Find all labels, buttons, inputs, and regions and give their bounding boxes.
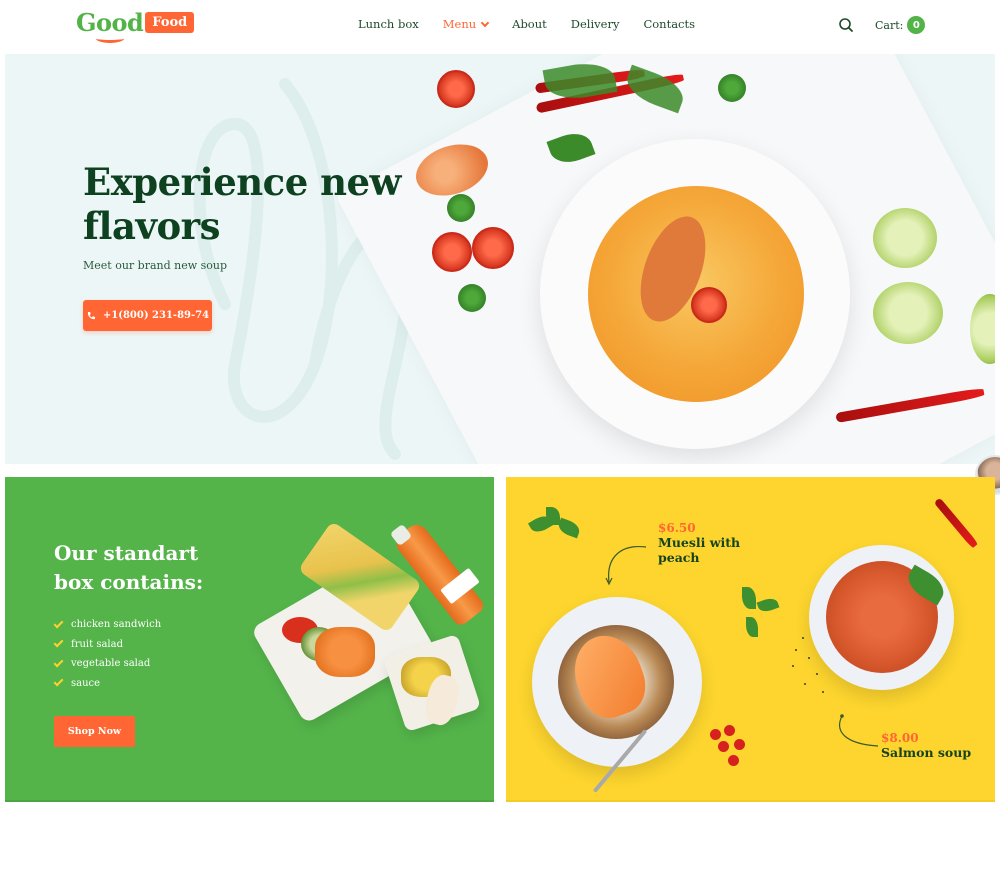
list-item-label: fruit salad	[71, 638, 123, 650]
cherry-tomato-image	[728, 755, 739, 766]
pepper-dot	[792, 665, 794, 667]
phone-call-button[interactable]: +1(800) 231-89-74	[83, 300, 212, 331]
lunch-box-title: Our standart box contains:	[54, 541, 204, 594]
dish-label-muesli[interactable]: $6.50 Muesli with peach	[658, 521, 748, 565]
basil-leaf-image	[742, 587, 756, 609]
lunch-box-promo-card: Our standart box contains: chicken sandw…	[5, 477, 494, 802]
list-item: sauce	[53, 674, 161, 694]
phone-icon	[87, 311, 95, 319]
pepper-dot	[802, 637, 804, 639]
tomato-in-soup-image	[691, 287, 727, 323]
parsley-image	[447, 194, 475, 222]
cherry-tomato-image	[724, 725, 735, 736]
nav-item-contacts[interactable]: Contacts	[643, 17, 695, 31]
cart-label: Cart:	[875, 18, 904, 32]
check-icon	[53, 637, 64, 648]
pepper-dot	[822, 691, 824, 693]
list-item: vegetable salad	[53, 654, 161, 674]
nav-item-menu[interactable]: Menu	[442, 17, 490, 31]
parsley-image	[458, 284, 486, 312]
lime-image	[873, 208, 937, 268]
list-item: chicken sandwich	[53, 615, 162, 635]
basil-leaf-image	[556, 517, 582, 539]
dish-label-salmon-soup[interactable]: $8.00 Salmon soup	[881, 731, 991, 760]
nav-label: Contacts	[643, 17, 696, 31]
basil-leaf-image	[756, 595, 780, 615]
list-item-label: vegetable salad	[71, 658, 151, 670]
nav-label: Menu	[442, 17, 477, 31]
shop-now-button[interactable]: Shop Now	[54, 716, 135, 747]
list-item-label: chicken sandwich	[71, 619, 162, 631]
logo-smile-icon	[96, 34, 124, 43]
tomato-slice-image	[432, 232, 472, 272]
logo-word-food: Food	[145, 12, 195, 33]
dish-name: Salmon soup	[881, 745, 972, 760]
check-icon	[53, 657, 64, 668]
nav-item-delivery[interactable]: Delivery	[571, 17, 620, 31]
pepper-dot	[816, 673, 818, 675]
curved-arrow-icon	[839, 714, 879, 747]
tomato-slice-image	[437, 70, 475, 108]
featured-dishes-card: $6.50 Muesli with peach $8.00 Salmon sou…	[506, 477, 995, 802]
cart-count-badge: 0	[907, 16, 926, 34]
dish-price: $6.50	[658, 521, 696, 535]
nav-item-about[interactable]: About	[512, 17, 547, 31]
chili-pepper-image	[933, 497, 979, 549]
pepper-dot	[795, 649, 797, 651]
lime-image	[873, 282, 943, 344]
nav-item-lunch-box[interactable]: Lunch box	[358, 17, 419, 31]
search-button[interactable]	[838, 17, 854, 33]
basil-leaf-image	[546, 507, 560, 525]
list-item: fruit salad	[53, 635, 161, 655]
main-nav: Lunch box Menu About Delivery Contacts	[358, 17, 719, 31]
cart-button[interactable]: Cart: 0	[875, 16, 926, 34]
hero-subtitle: Meet our brand new soup	[83, 259, 228, 272]
curved-arrow-icon	[605, 545, 647, 586]
cilantro-image	[718, 74, 746, 102]
phone-button-label: +1(800) 231-89-74	[102, 310, 210, 321]
pepper-dot	[804, 683, 806, 685]
pepper-dot	[808, 657, 810, 659]
lunch-box-contents-list: chicken sandwich fruit salad vegetable s…	[53, 615, 162, 694]
basil-leaf-image	[746, 617, 758, 637]
hero-banner: Experience new flavors Meet our brand ne…	[5, 54, 995, 464]
hero-title: Experience new flavors	[83, 160, 401, 248]
carrots-image	[315, 627, 375, 677]
nav-label: Delivery	[570, 17, 620, 31]
dish-name: Muesli with peach	[658, 535, 741, 565]
cherry-tomato-image	[710, 729, 721, 740]
logo[interactable]: Good Food	[76, 8, 195, 43]
nav-label: About	[512, 17, 547, 31]
chevron-down-icon	[480, 18, 490, 27]
nav-label: Lunch box	[358, 17, 419, 31]
site-header: Good Food Lunch box Menu About Delivery …	[0, 0, 1000, 52]
check-icon	[53, 676, 64, 687]
dish-price: $8.00	[881, 731, 919, 745]
cherry-tomato-image	[734, 739, 745, 750]
tomato-slice-image	[472, 227, 514, 269]
cherry-tomato-image	[718, 741, 729, 752]
search-icon	[839, 18, 853, 32]
list-item-label: sauce	[71, 677, 101, 689]
check-icon	[53, 618, 64, 629]
